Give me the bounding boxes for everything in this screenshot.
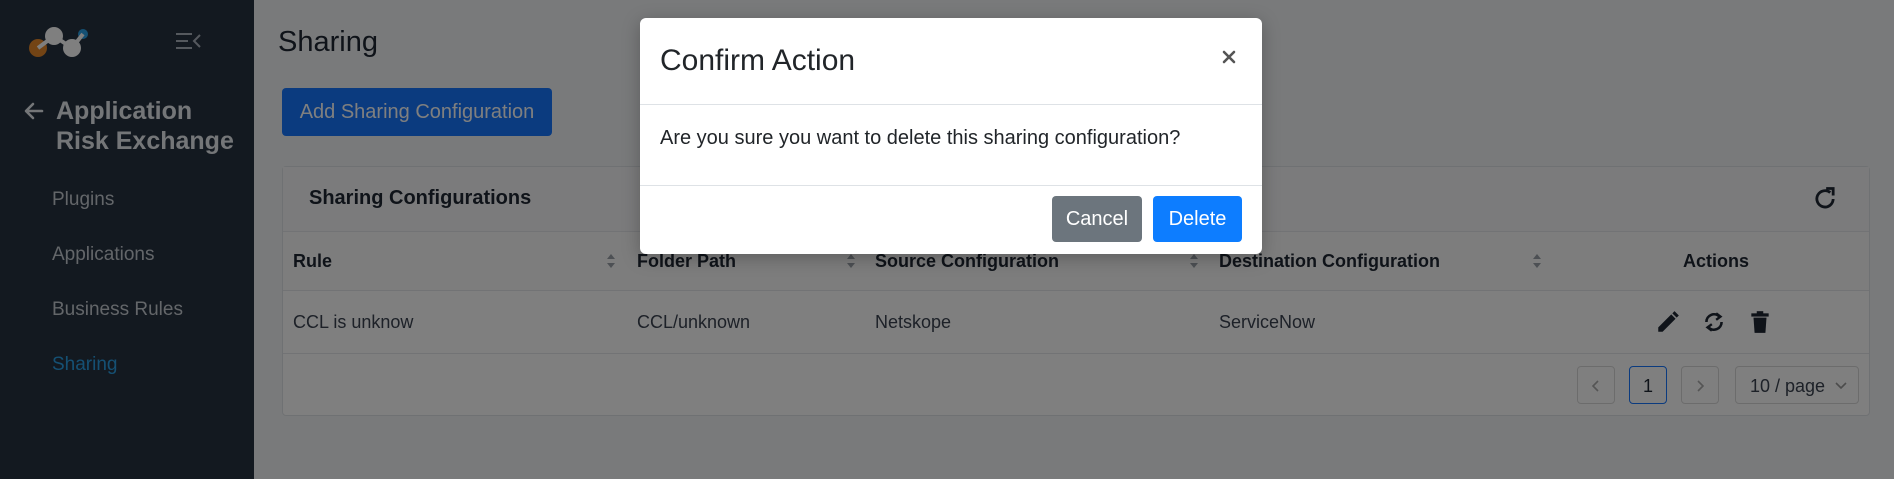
- cancel-button[interactable]: Cancel: [1052, 196, 1142, 242]
- close-icon[interactable]: [1216, 44, 1242, 70]
- confirm-dialog: Confirm Action Are you sure you want to …: [640, 18, 1262, 254]
- modal-body: Are you sure you want to delete this sha…: [640, 105, 1262, 186]
- modal-header: Confirm Action: [640, 18, 1262, 105]
- modal-message: Are you sure you want to delete this sha…: [660, 127, 1181, 149]
- modal-footer: Cancel Delete: [640, 186, 1262, 254]
- delete-button[interactable]: Delete: [1153, 196, 1242, 242]
- modal-title: Confirm Action: [660, 44, 856, 77]
